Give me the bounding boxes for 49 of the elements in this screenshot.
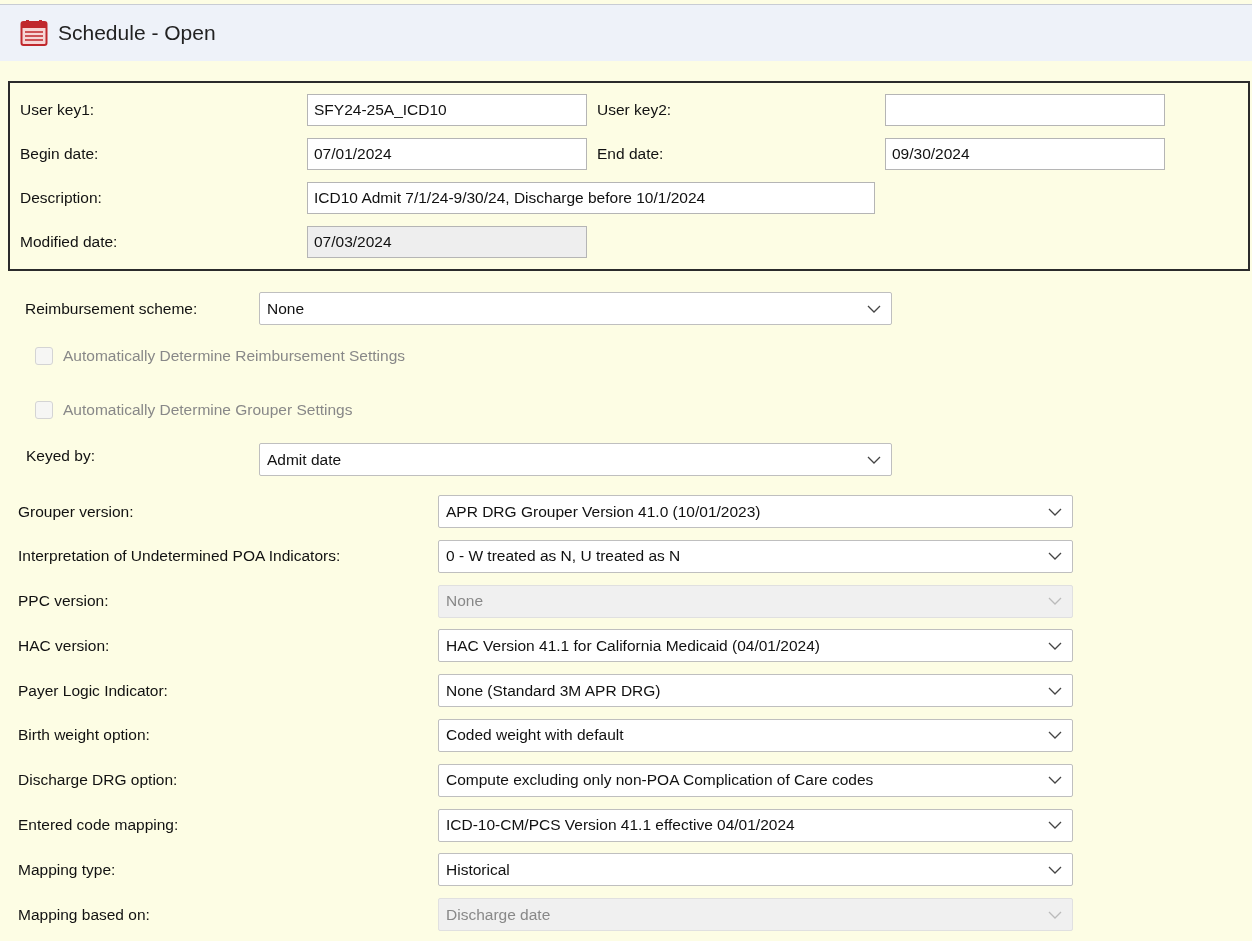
field-label: Payer Logic Indicator: xyxy=(17,681,169,700)
field-label: Description: xyxy=(20,189,103,207)
dropdown[interactable]: Compute excluding only non-POA Complication of Care codes xyxy=(438,763,1073,797)
dropdown[interactable]: None (Standard 3M APR DRG) xyxy=(438,674,1073,708)
field-label: User key1: xyxy=(20,101,96,119)
chevron-down-icon xyxy=(1048,821,1062,830)
field-label: PPC version: xyxy=(17,592,110,611)
field-label: Birth weight option: xyxy=(17,726,151,745)
field-label: Keyed by: xyxy=(25,446,96,465)
field-label: Grouper version: xyxy=(17,502,135,521)
field-label: Begin date: xyxy=(20,145,100,163)
text-field[interactable]: ICD10 Admit 7/1/24-9/30/24, Discharge before 10/1/2024 xyxy=(307,182,875,214)
text-field[interactable] xyxy=(885,94,1165,126)
chevron-down-icon xyxy=(1048,865,1062,874)
chevron-down-icon xyxy=(1048,686,1062,695)
dropdown[interactable]: None xyxy=(259,292,892,325)
chevron-down-icon xyxy=(867,304,881,313)
field-label: HAC version: xyxy=(17,636,111,655)
chevron-down-icon xyxy=(1048,731,1062,740)
chevron-down-icon xyxy=(1048,641,1062,650)
dropdown[interactable]: ICD-10-CM/PCS Version 41.1 effective 04/01/2024 xyxy=(438,808,1073,842)
field-label: End date: xyxy=(597,145,665,163)
chevron-down-icon xyxy=(1048,507,1062,516)
chevron-down-icon xyxy=(1048,597,1062,606)
dropdown[interactable]: Historical xyxy=(438,853,1073,887)
text-field[interactable]: SFY24-25A_ICD10 xyxy=(307,94,587,126)
field-label: Interpretation of Undetermined POA Indicators: xyxy=(17,547,342,566)
text-field[interactable]: 09/30/2024 xyxy=(885,138,1165,170)
dropdown[interactable]: Admit date xyxy=(259,443,892,476)
field-label: Discharge DRG option: xyxy=(17,771,179,790)
field-label: Modified date: xyxy=(20,233,119,251)
dropdown[interactable]: Coded weight with default xyxy=(438,719,1073,752)
chevron-down-icon xyxy=(1048,552,1062,561)
chevron-down-icon xyxy=(1048,910,1062,919)
checkbox-label: Automatically Determine Reimbursement Settings xyxy=(63,347,405,365)
field-label: Mapping based on: xyxy=(17,905,151,924)
chevron-down-icon xyxy=(867,455,881,464)
dropdown[interactable]: HAC Version 41.1 for California Medicaid (04/01/2024) xyxy=(438,629,1073,663)
text-field[interactable]: 07/01/2024 xyxy=(307,138,587,170)
calendar-icon xyxy=(20,19,48,47)
field-label: User key2: xyxy=(597,101,673,119)
chevron-down-icon xyxy=(1048,776,1062,785)
field-label: Mapping type: xyxy=(17,860,117,879)
field-label: Entered code mapping: xyxy=(17,816,180,835)
window-title: Schedule - Open xyxy=(58,21,216,45)
dropdown[interactable]: 0 - W treated as N, U treated as N xyxy=(438,539,1073,573)
dropdown[interactable]: APR DRG Grouper Version 41.0 (10/01/2023) xyxy=(438,495,1073,528)
checkbox-label: Automatically Determine Grouper Settings xyxy=(63,401,353,419)
field-label: Reimbursement scheme: xyxy=(24,299,199,318)
